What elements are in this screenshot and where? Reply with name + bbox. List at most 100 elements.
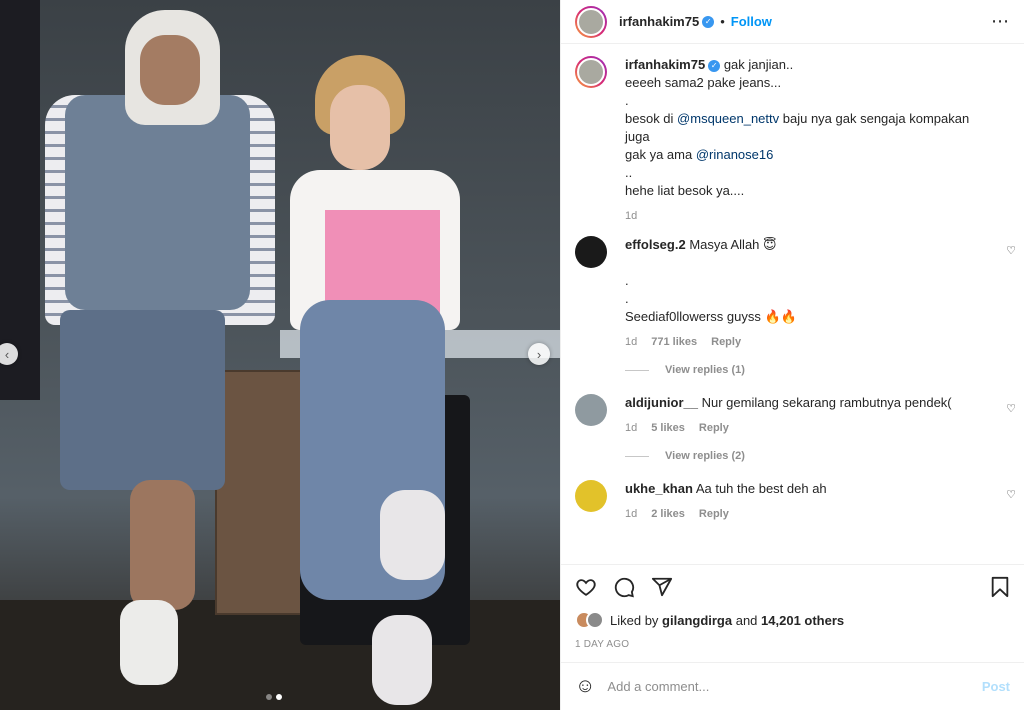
- man-sneaker: [120, 600, 178, 685]
- post-sidebar: irfanhakim75 ✓ • Follow ⋯ irfanhakim75 ✓ …: [560, 0, 1024, 710]
- caption-line: ..: [625, 165, 633, 180]
- liked-mid: and: [732, 612, 762, 628]
- comment-line: .: [625, 291, 629, 306]
- liked-others-link[interactable]: 14,201 others: [761, 613, 844, 628]
- man-denim-vest: [65, 95, 250, 310]
- caption-avatar-image: [577, 58, 605, 86]
- comment-likes[interactable]: 771 likes: [651, 336, 697, 348]
- comment-bubble-icon[interactable]: [613, 576, 635, 601]
- author-username[interactable]: irfanhakim75: [619, 14, 699, 29]
- comment-text: ukhe_khan Aa tuh the best deh ah: [625, 480, 990, 498]
- emoji-smiley-icon[interactable]: ☺: [575, 675, 595, 698]
- like-comment-heart-icon[interactable]: ♡: [1006, 402, 1016, 415]
- caption-line: gak ya ama @rinanose16: [625, 146, 990, 164]
- photo-suitcase: [215, 370, 310, 615]
- view-replies-button[interactable]: View replies (1): [625, 364, 1010, 376]
- caption-line: besok di @msqueen_nettv baju nya gak sen…: [625, 110, 990, 146]
- comment-meta: 1d 5 likes Reply: [625, 422, 990, 434]
- carousel-dot-active: [276, 694, 282, 700]
- verified-badge-icon: ✓: [702, 15, 715, 28]
- comment: aldijunior__ Nur gemilang sekarang rambu…: [575, 394, 1016, 434]
- comment-line: Masya Allah 😇: [689, 237, 777, 252]
- post-header: irfanhakim75 ✓ • Follow ⋯: [561, 0, 1024, 44]
- man-leg: [130, 480, 195, 610]
- comment-line: Seediaf0llowerss guyss 🔥🔥: [625, 309, 797, 324]
- action-icons: [575, 573, 1010, 603]
- like-comment-heart-icon[interactable]: ♡: [1006, 244, 1016, 257]
- author-avatar-image: [577, 7, 605, 36]
- save-bookmark-icon[interactable]: [990, 576, 1010, 601]
- comment-time[interactable]: 1d: [625, 422, 637, 434]
- caption-text-segment: besok di: [625, 111, 678, 126]
- comment: effolseg.2 Masya Allah 😇 . . Seediaf0llo…: [575, 236, 1016, 348]
- post-time-ago[interactable]: 1 DAY AGO: [575, 639, 1010, 650]
- liked-prefix: Liked by: [610, 612, 663, 628]
- caption-meta: 1d: [625, 210, 990, 222]
- header-separator: •: [720, 14, 725, 29]
- comment-text: effolseg.2 Masya Allah 😇 . . Seediaf0llo…: [625, 236, 990, 326]
- replies-dash: [625, 455, 649, 457]
- caption: irfanhakim75 ✓ gak janjian.. eeeeh sama2 …: [575, 56, 1010, 222]
- author-avatar[interactable]: [575, 5, 607, 38]
- caption-line: gak janjian..: [723, 57, 794, 72]
- commenter-username[interactable]: ukhe_khan: [625, 481, 693, 496]
- comment-line: .: [625, 273, 629, 288]
- comment-likes[interactable]: 5 likes: [651, 422, 685, 434]
- post-actions: Liked by gilangdirga and 14,201 others 1…: [561, 564, 1024, 650]
- follow-button[interactable]: Follow: [731, 14, 772, 29]
- view-replies-button[interactable]: View replies (2): [625, 450, 1010, 462]
- instagram-post-modal: ‹ › irfanhakim75 ✓ • Follow ⋯ irfanhakim…: [0, 0, 1024, 710]
- carousel-dots: [266, 694, 282, 700]
- caption-avatar[interactable]: [575, 56, 607, 88]
- woman-sneaker-ground: [372, 615, 432, 705]
- comment-meta: 1d 2 likes Reply: [625, 508, 990, 520]
- caption-username[interactable]: irfanhakim75: [625, 57, 705, 72]
- comment-time[interactable]: 1d: [625, 336, 637, 348]
- commenter-username[interactable]: effolseg.2: [625, 237, 686, 252]
- post-photo[interactable]: ‹ ›: [0, 0, 560, 710]
- like-comment-heart-icon[interactable]: ♡: [1006, 488, 1016, 501]
- man-face: [140, 35, 200, 105]
- replies-dash: [625, 369, 649, 371]
- comments-list[interactable]: irfanhakim75 ✓ gak janjian.. eeeeh sama2 …: [561, 44, 1024, 564]
- view-replies-label: View replies (2): [665, 450, 745, 462]
- next-slide-button[interactable]: ›: [528, 343, 550, 365]
- woman-sneaker-raised: [380, 490, 445, 580]
- comment-input[interactable]: [607, 679, 982, 694]
- woman-face: [330, 85, 390, 170]
- commenter-username[interactable]: aldijunior__: [625, 395, 698, 410]
- liked-by-text: Liked by gilangdirga and 14,201 others: [610, 613, 844, 628]
- comment-likes[interactable]: 2 likes: [651, 508, 685, 520]
- reply-button[interactable]: Reply: [711, 336, 741, 348]
- reply-button[interactable]: Reply: [699, 422, 729, 434]
- caption-text: irfanhakim75 ✓ gak janjian.. eeeeh sama2 …: [625, 56, 990, 200]
- comment-line: [625, 254, 990, 272]
- liked-by: Liked by gilangdirga and 14,201 others: [575, 611, 1010, 629]
- mention-link[interactable]: @msqueen_nettv: [677, 111, 779, 126]
- commenter-avatar[interactable]: [575, 480, 607, 512]
- post-comment-button[interactable]: Post: [982, 679, 1010, 694]
- mention-link[interactable]: @rinanose16: [696, 147, 774, 162]
- reply-button[interactable]: Reply: [699, 508, 729, 520]
- comment: ukhe_khan Aa tuh the best deh ah 1d 2 li…: [575, 480, 1016, 520]
- comment-time[interactable]: 1d: [625, 508, 637, 520]
- caption-line: hehe liat besok ya....: [625, 183, 745, 198]
- share-paper-plane-icon[interactable]: [651, 576, 673, 601]
- commenter-avatar[interactable]: [575, 236, 607, 268]
- like-heart-icon[interactable]: [575, 576, 597, 601]
- liked-user-link[interactable]: gilangdirga: [662, 613, 732, 628]
- commenter-avatar[interactable]: [575, 394, 607, 426]
- liker-avatar: [586, 611, 604, 629]
- add-comment-bar: ☺ Post: [561, 662, 1024, 710]
- carousel-dot: [266, 694, 272, 700]
- photo-dark-panel: [0, 0, 40, 400]
- comment-line: Nur gemilang sekarang rambutnya pendek(: [701, 395, 952, 410]
- caption-line: eeeeh sama2 pake jeans...: [625, 75, 782, 90]
- comment-text: aldijunior__ Nur gemilang sekarang rambu…: [625, 394, 990, 412]
- comment-meta: 1d 771 likes Reply: [625, 336, 990, 348]
- caption-time[interactable]: 1d: [625, 210, 637, 222]
- verified-badge-icon: ✓: [708, 59, 721, 72]
- more-options-icon[interactable]: ⋯: [991, 11, 1010, 32]
- comment-line: Aa tuh the best deh ah: [695, 481, 827, 496]
- caption-line: .: [625, 93, 629, 108]
